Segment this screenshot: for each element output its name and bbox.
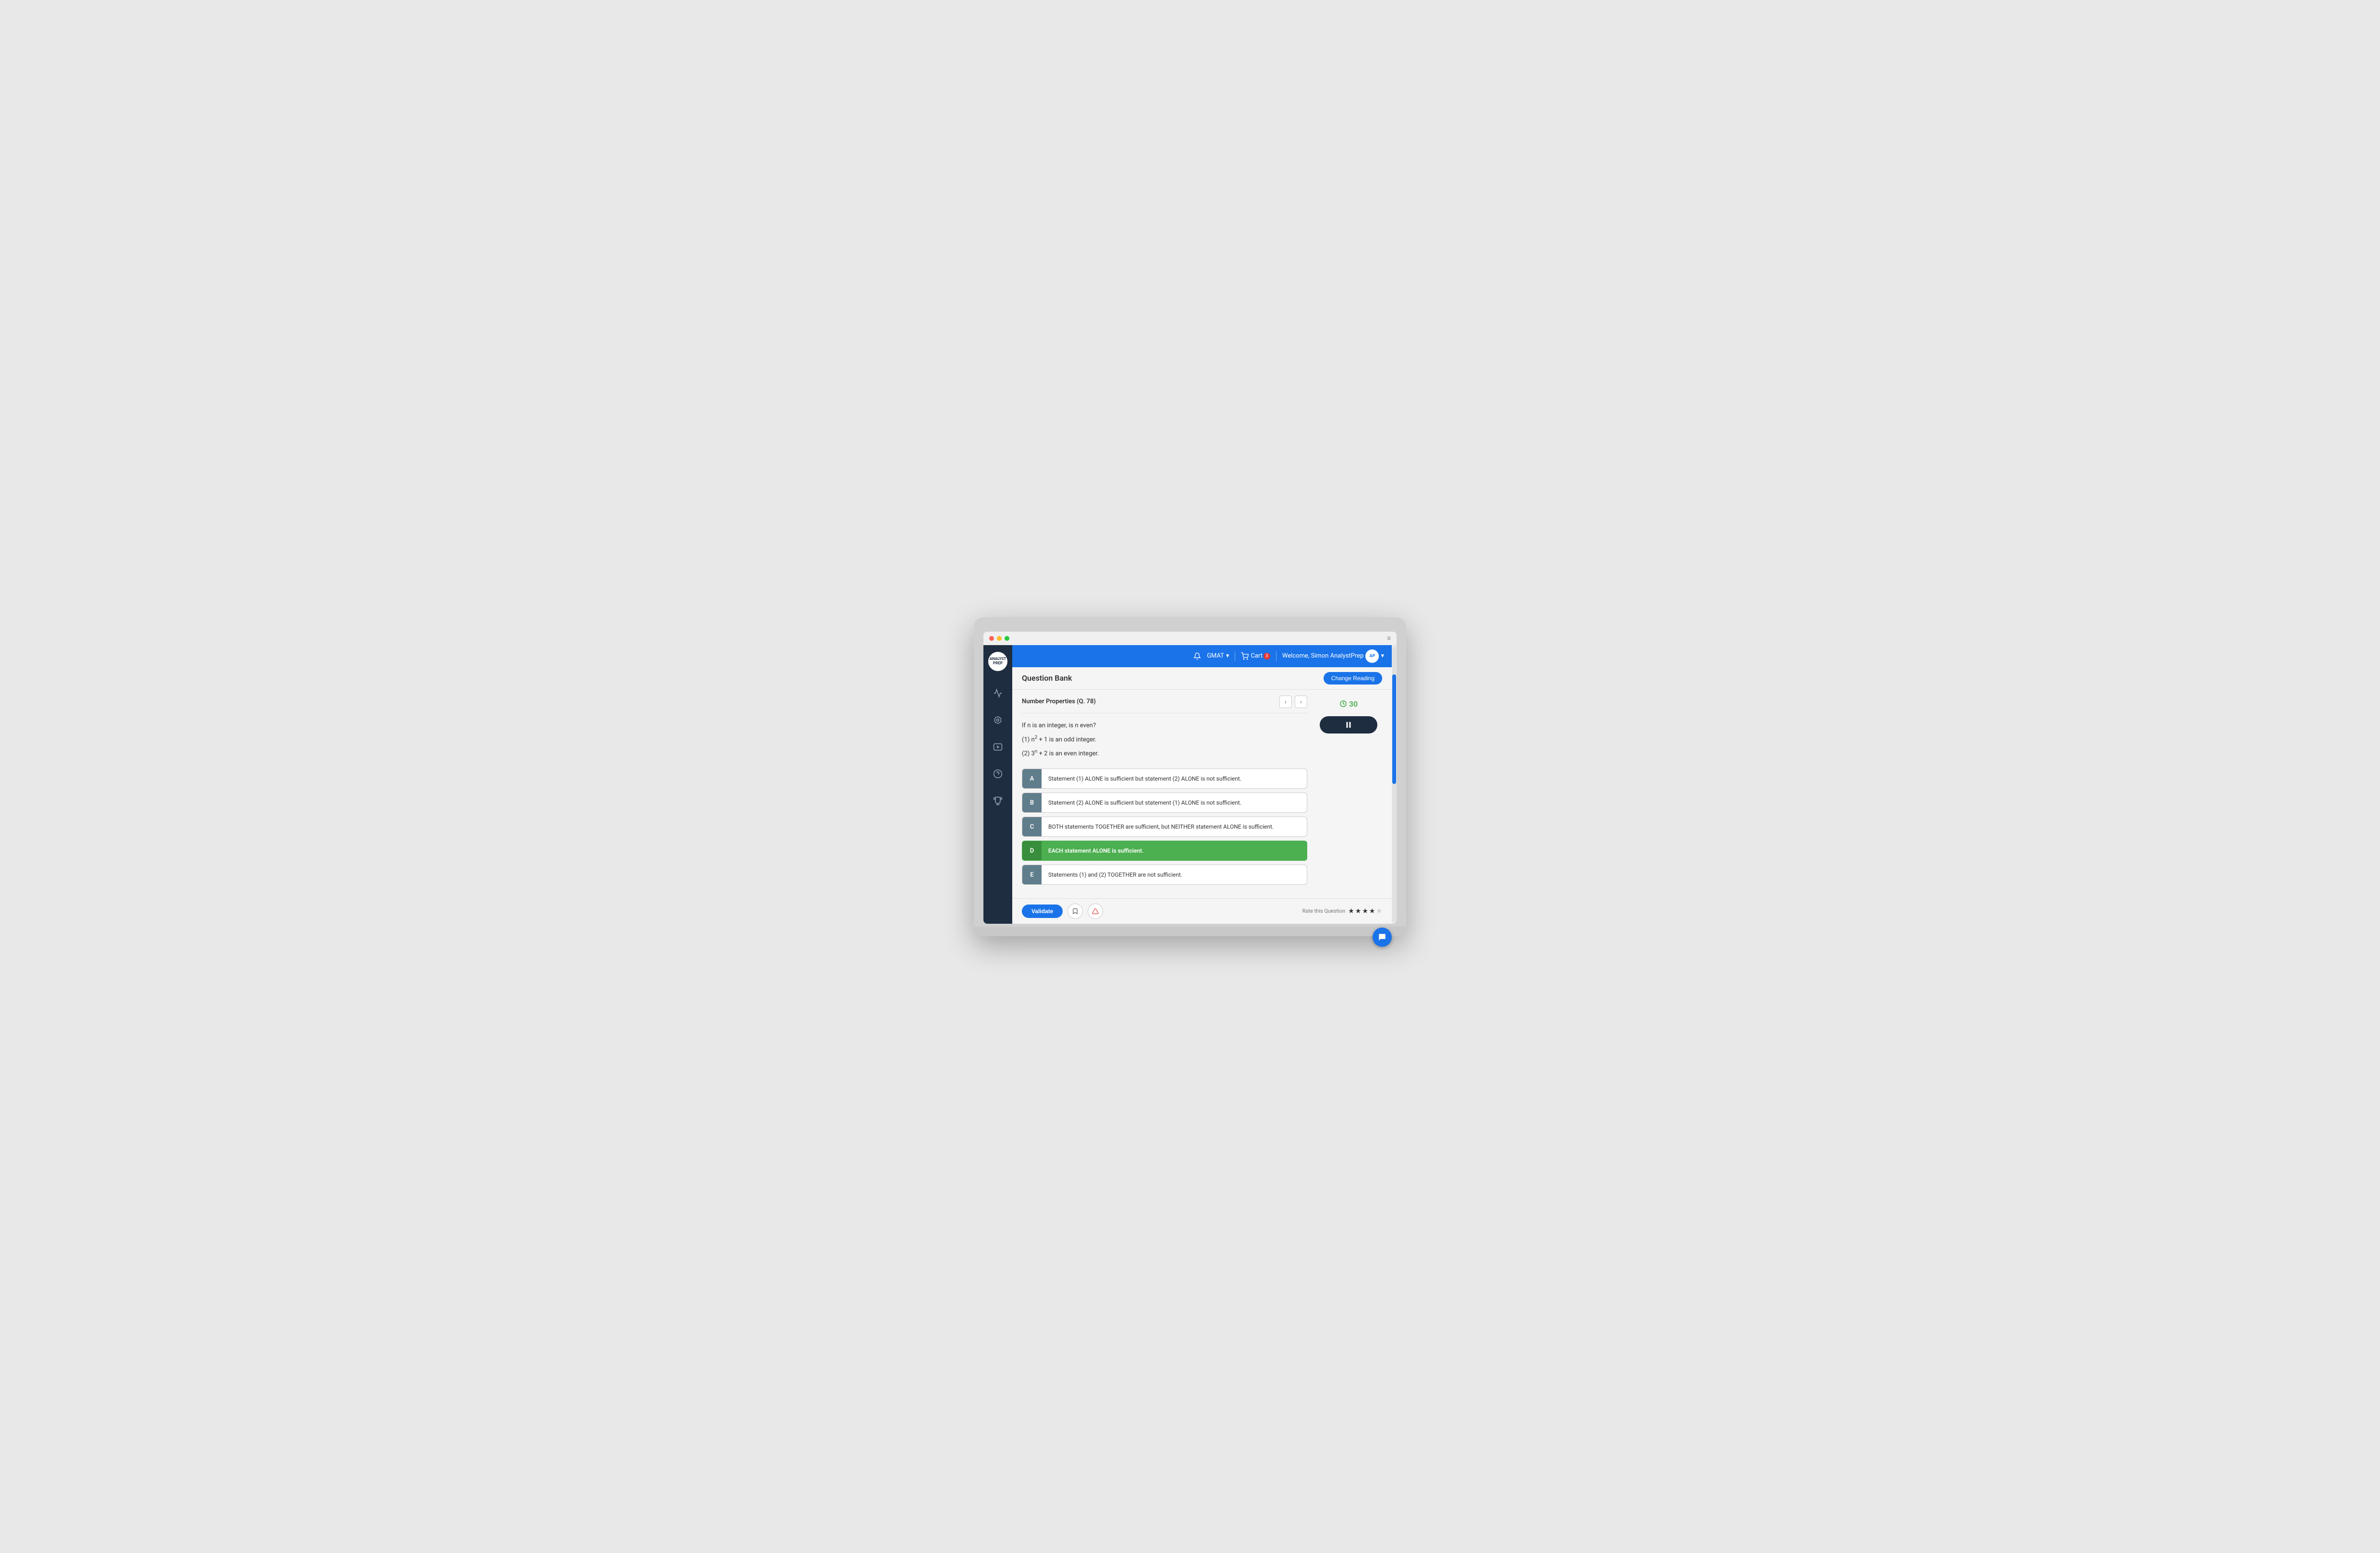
- scrollbar[interactable]: [1392, 645, 1397, 924]
- notification-bell[interactable]: [1193, 652, 1201, 660]
- footer-bar: Validate Rate this Question: [1012, 898, 1392, 924]
- bookmark-button[interactable]: [1067, 904, 1083, 919]
- option-a[interactable]: A Statement (1) ALONE is sufficient but …: [1022, 769, 1307, 789]
- validate-button[interactable]: Validate: [1022, 905, 1063, 918]
- answer-options: A Statement (1) ALONE is sufficient but …: [1022, 769, 1307, 885]
- rating-area: Rate this Question ★ ★ ★ ★ ★: [1302, 907, 1382, 915]
- option-e-label: E: [1022, 865, 1042, 884]
- scrollbar-thumb[interactable]: [1392, 674, 1396, 784]
- prev-arrow[interactable]: ‹: [1279, 696, 1292, 708]
- star-3[interactable]: ★: [1362, 907, 1368, 915]
- option-b-text: Statement (2) ALONE is sufficient but st…: [1042, 799, 1307, 806]
- cart-count: 3: [1264, 653, 1270, 660]
- close-dot[interactable]: [989, 636, 994, 641]
- question-label: Number Properties (Q. 78): [1022, 698, 1096, 705]
- question-left: Number Properties (Q. 78) ‹ › If n is an…: [1022, 690, 1307, 889]
- page-title: Question Bank: [1022, 673, 1072, 683]
- option-d-label: D: [1022, 841, 1042, 860]
- trophy-icon[interactable]: [989, 792, 1006, 809]
- maximize-dot[interactable]: [1005, 636, 1009, 641]
- option-c-text: BOTH statements TOGETHER are sufficient,…: [1042, 823, 1307, 830]
- logo: ANALYSTPREP: [988, 652, 1007, 671]
- statement-2: (2) 3n + 2 is an even integer.: [1022, 748, 1307, 759]
- star-1[interactable]: ★: [1348, 907, 1354, 915]
- main-content: GMAT ▾ Cart 3 Welcome, Simon A: [1012, 645, 1392, 924]
- option-c-label: C: [1022, 817, 1042, 836]
- option-b[interactable]: B Statement (2) ALONE is sufficient but …: [1022, 793, 1307, 813]
- timer-display: 30: [1339, 699, 1358, 709]
- change-reading-button[interactable]: Change Reading: [1324, 672, 1382, 685]
- star-5[interactable]: ★: [1376, 907, 1382, 915]
- option-d-text: EACH statement ALONE is sufficient.: [1042, 847, 1307, 854]
- option-a-label: A: [1022, 769, 1042, 788]
- next-arrow[interactable]: ›: [1295, 696, 1307, 708]
- star-rating[interactable]: ★ ★ ★ ★ ★: [1348, 907, 1382, 915]
- user-avatar: AP: [1365, 649, 1379, 663]
- question-right: 30: [1315, 690, 1382, 889]
- rate-label: Rate this Question: [1302, 908, 1345, 914]
- sidebar: ANALYSTPREP: [983, 645, 1012, 924]
- logo-text: ANALYSTPREP: [990, 657, 1006, 666]
- video-icon[interactable]: [989, 738, 1006, 756]
- user-menu[interactable]: Welcome, Simon AnalystPrep AP ▾: [1282, 649, 1384, 663]
- option-a-text: Statement (1) ALONE is sufficient but st…: [1042, 775, 1307, 782]
- option-c[interactable]: C BOTH statements TOGETHER are sufficien…: [1022, 817, 1307, 837]
- question-header: Number Properties (Q. 78) ‹ ›: [1022, 690, 1307, 713]
- hamburger-icon[interactable]: ≡: [1387, 634, 1391, 642]
- option-b-label: B: [1022, 793, 1042, 812]
- star-2[interactable]: ★: [1355, 907, 1362, 915]
- gmat-selector[interactable]: GMAT ▾: [1207, 652, 1229, 660]
- topnav: GMAT ▾ Cart 3 Welcome, Simon A: [1012, 645, 1392, 667]
- help-icon[interactable]: [989, 765, 1006, 783]
- cart-button[interactable]: Cart 3: [1241, 652, 1270, 660]
- option-e[interactable]: E Statements (1) and (2) TOGETHER are no…: [1022, 865, 1307, 885]
- minimize-dot[interactable]: [997, 636, 1002, 641]
- option-d[interactable]: D EACH statement ALONE is sufficient.: [1022, 841, 1307, 861]
- chat-button[interactable]: [1373, 928, 1392, 947]
- option-e-text: Statements (1) and (2) TOGETHER are not …: [1042, 871, 1307, 878]
- flag-button[interactable]: [1088, 904, 1103, 919]
- question-area: Number Properties (Q. 78) ‹ › If n is an…: [1012, 690, 1392, 898]
- laptop-base: [974, 927, 1406, 936]
- pause-button[interactable]: [1320, 716, 1377, 734]
- brain-icon[interactable]: [989, 711, 1006, 729]
- timer-value: 30: [1349, 699, 1358, 709]
- chart-icon[interactable]: [989, 685, 1006, 702]
- titlebar: ≡: [983, 632, 1397, 645]
- question-text: If n is an integer, is n even?: [1022, 721, 1307, 731]
- page-header: Question Bank Change Reading: [1012, 667, 1392, 690]
- scrollbar-track[interactable]: [1392, 647, 1396, 922]
- statement-1: (1) n2 + 1 is an odd integer.: [1022, 734, 1307, 745]
- star-4[interactable]: ★: [1369, 907, 1375, 915]
- nav-arrows: ‹ ›: [1279, 696, 1307, 708]
